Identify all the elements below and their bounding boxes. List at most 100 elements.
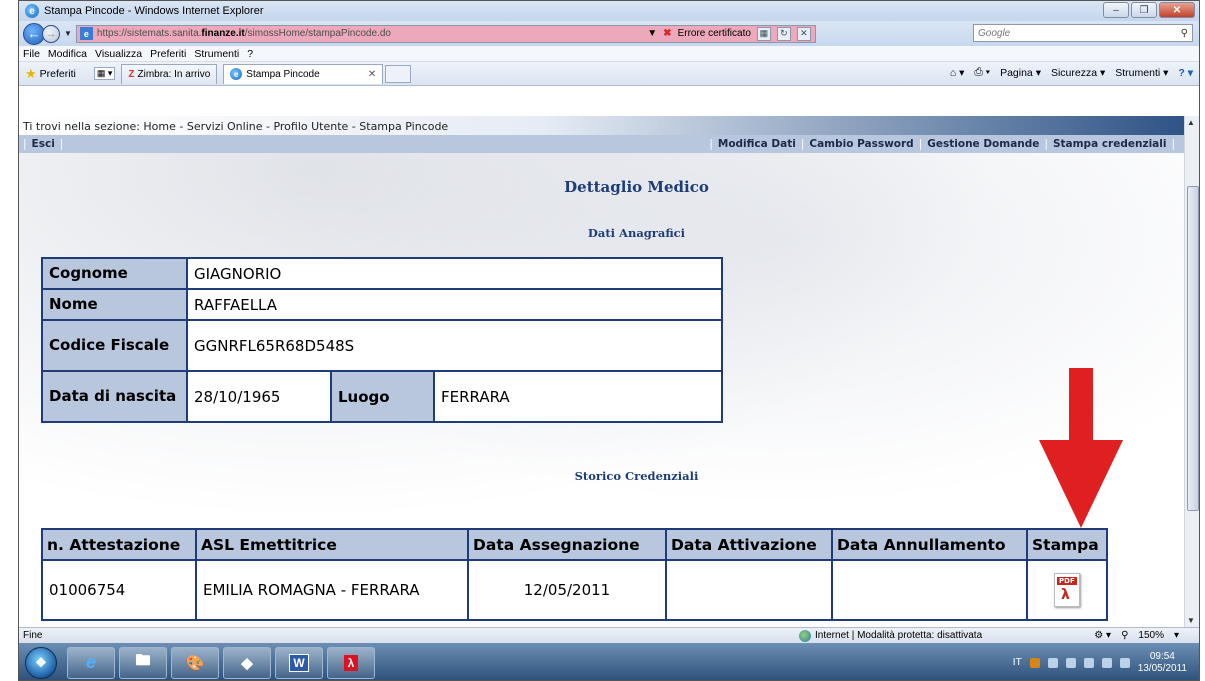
search-box[interactable]: Google ⚲ [973,24,1193,42]
security-zone[interactable]: Internet | Modalità protetta: disattivat… [799,629,983,642]
cognome-value: GIAGNORIO [186,257,723,290]
nav-stampa-credenziali[interactable]: Stampa credenziali [1053,138,1167,150]
cmd-strumenti[interactable]: Strumenti ▾ [1115,67,1168,79]
taskbar-ie-icon[interactable]: e [67,646,115,679]
col-data-assegnazione: Data Assegnazione [467,528,667,561]
address-bar[interactable]: e https://sistemats.sanita.finanze.it/si… [75,24,816,43]
search-icon[interactable]: ⚲ [1181,28,1188,39]
favorites-star-icon[interactable]: ★ [25,66,37,82]
compat-view-icon[interactable]: ▦ [756,26,771,41]
menu-preferiti[interactable]: Preferiti [150,48,186,60]
breadcrumb: Ti trovi nella sezione: Home - Servizi O… [19,116,1184,136]
tray-monitor-icon[interactable] [1083,657,1094,668]
clock-time: 09:54 [1149,650,1175,662]
zoom-options-icon[interactable]: ⚙ ▾ [1094,630,1111,641]
taskbar-folder-icon[interactable]: 🖿 [119,646,167,679]
clock-date: 13/05/2011 [1137,662,1187,674]
dropdown-icon[interactable]: ▼ [647,28,657,39]
forward-button[interactable]: → [42,24,60,43]
print-icon[interactable]: ⎙ ▾ [974,66,990,79]
tab-close-icon[interactable]: ✕ [368,69,376,80]
tray-shield-icon[interactable] [1065,657,1076,668]
title-bar: e Stampa Pincode - Windows Internet Expl… [19,1,1199,21]
menu-modifica[interactable]: Modifica [48,48,87,60]
attestazione-cell: 01006754 [41,559,197,621]
anagrafica-table: Cognome GIAGNORIO Nome RAFFAELLA Codice … [41,257,723,423]
credenziali-table: n. Attestazione ASL Emettitrice Data Ass… [41,528,1108,621]
taskbar: ❖ e 🖿 🎨 ◆ W λ IT 09:54 13/05/2011 [19,643,1199,680]
globe-icon [799,629,811,642]
refresh-icon[interactable]: ↻ [776,26,791,41]
nav-esci[interactable]: Esci [32,138,55,150]
stop-icon[interactable]: ✕ [796,26,811,41]
language-indicator[interactable]: IT [1013,657,1022,668]
pdf-icon[interactable]: PDF λ [1054,573,1080,607]
site-nav: | Esci | | Modifica Dati | Cambio Password |… [19,135,1184,153]
scroll-up-icon[interactable]: ▲ [1187,118,1195,127]
assegnazione-cell: 12/05/2011 [467,559,667,621]
red-arrow-annotation [1039,368,1123,528]
taskbar-app-icon[interactable]: ◆ [223,646,271,679]
table-header-row: n. Attestazione ASL Emettitrice Data Ass… [41,528,1108,561]
nav-gestione-domande[interactable]: Gestione Domande [927,138,1039,150]
menu-strumenti[interactable]: Strumenti [194,48,239,60]
address-row: ← → ▼ e https://sistemats.sanita.finanze… [19,21,1199,46]
cert-error-label[interactable]: Errore certificato [678,28,751,39]
home-icon[interactable]: ⌂ ▾ [950,67,965,79]
window-controls: – ❐ ✕ [1103,2,1195,18]
system-tray: IT 09:54 13/05/2011 [1013,651,1187,675]
clock[interactable]: 09:54 13/05/2011 [1138,651,1187,675]
zoom-level[interactable]: 150% [1138,630,1164,641]
close-button[interactable]: ✕ [1159,2,1195,18]
zone-label: Internet | Modalità protetta: disattivat… [815,630,983,641]
tray-flag-icon[interactable] [1101,657,1112,668]
taskbar-acrobat-icon[interactable]: λ [327,646,375,679]
zimbra-icon: Z [128,68,135,80]
taskbar-paint-icon[interactable]: 🎨 [171,646,219,679]
command-bar: ⌂ ▾ ⎙ ▾ Pagina ▾ Sicurezza ▾ Strumenti ▾… [950,66,1193,79]
vertical-scrollbar[interactable]: ▲ ▼ [1184,116,1199,627]
attivazione-cell [665,559,833,621]
tab-zimbra[interactable]: Z Zimbra: In arrivo [121,63,218,84]
start-button[interactable]: ❖ [25,646,57,679]
col-data-annullamento: Data Annullamento [831,528,1028,561]
nav-cambio-password[interactable]: Cambio Password [809,138,913,150]
tray-network-icon[interactable] [1047,657,1058,668]
browser-window: e Stampa Pincode - Windows Internet Expl… [18,0,1200,681]
menu-visualizza[interactable]: Visualizza [95,48,142,60]
arrow-shape [1039,368,1123,528]
minimize-button[interactable]: – [1103,2,1129,18]
help-icon[interactable]: ? ▾ [1178,67,1193,79]
menu-help[interactable]: ? [247,48,253,60]
nav-modifica-dati[interactable]: Modifica Dati [718,138,796,150]
annullamento-cell [831,559,1028,621]
tab-zimbra-label: Zimbra: In arrivo [137,68,211,80]
tab-stampa-pincode[interactable]: e Stampa Pincode ✕ [223,63,384,84]
tray-app-icon[interactable] [1029,657,1040,668]
tray-volume-icon[interactable] [1119,657,1130,668]
zoom-control[interactable]: ⚙ ▾ ⚲ 150% ▾ [1094,630,1179,641]
quick-tabs-icon[interactable]: ▦ ▾ [93,67,116,80]
certificate-error[interactable]: ▼ ✖ Errore certificato ▦ ↻ ✕ [643,26,815,42]
luogo-value: FERRARA [433,370,723,423]
menu-file[interactable]: File [23,48,40,60]
col-data-attivazione: Data Attivazione [665,528,833,561]
favorites-button[interactable]: Preferiti [40,68,76,80]
asl-cell: EMILIA ROMAGNA - FERRARA [195,559,469,621]
history-dropdown-icon[interactable]: ▼ [64,29,72,38]
restore-button[interactable]: ❐ [1131,2,1157,18]
scroll-down-icon[interactable]: ▼ [1187,616,1195,625]
cmd-sicurezza[interactable]: Sicurezza ▾ [1051,67,1105,79]
data-nascita-value: 28/10/1965 [186,370,332,423]
zoom-dropdown-icon[interactable]: ▾ [1174,630,1179,641]
search-input[interactable]: Google [978,28,1010,39]
page-title: Dettaglio Medico [564,178,709,196]
table-row: 01006754 EMILIA ROMAGNA - FERRARA 12/05/… [41,559,1108,621]
new-tab-button[interactable] [385,64,412,83]
taskbar-word-icon[interactable]: W [275,646,323,679]
col-asl: ASL Emettitrice [195,528,469,561]
cmd-pagina[interactable]: Pagina ▾ [1000,67,1041,79]
page-icon: e [79,27,93,40]
scroll-thumb[interactable] [1187,186,1199,511]
zoom-icon[interactable]: ⚲ [1121,630,1128,641]
